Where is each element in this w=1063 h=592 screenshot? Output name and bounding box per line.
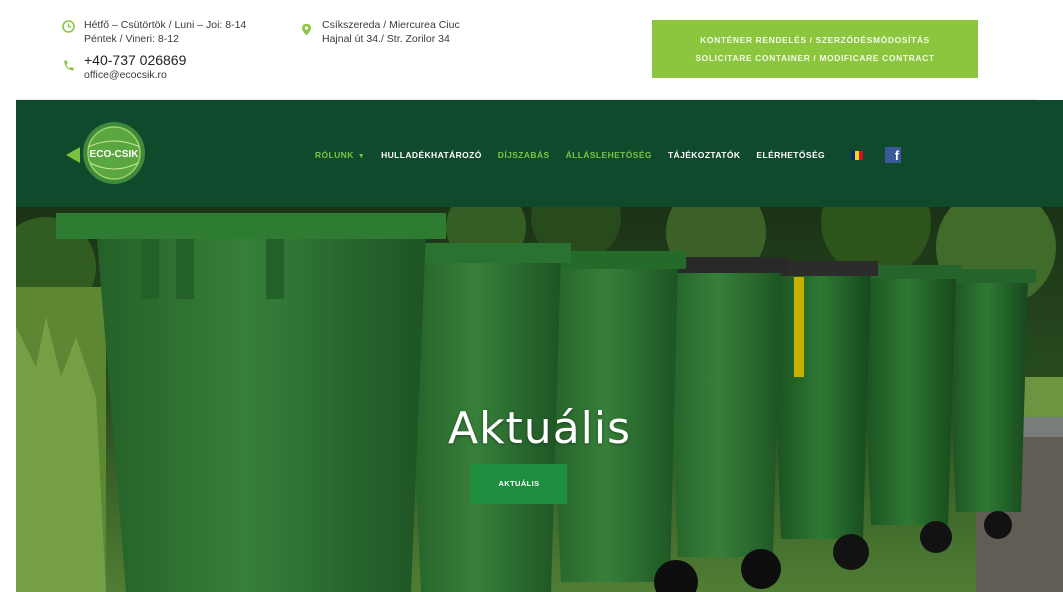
nav-menu: RÓLUNK ▼ HULLADÉKHATÁROZÓ DÍJSZABÁS ÁLLÁS… [315, 147, 902, 163]
romania-flag-icon[interactable] [851, 150, 864, 160]
cta-line-romanian: SOLICITARE CONTAINER / MODIFICARE CONTRA… [695, 53, 935, 63]
hero-title: Aktuális [447, 403, 632, 454]
nav-item-allaslehetoseg[interactable]: ÁLLÁSLEHETŐSÉG [566, 150, 652, 160]
hero-background-image [16, 207, 1063, 592]
nav-item-rolunk[interactable]: RÓLUNK ▼ [315, 150, 365, 160]
eco-csik-logo[interactable]: ECO-CSIK [66, 117, 152, 189]
hours-weekdays: Hétfő – Csütörtök / Luni – Joi: 8-14 [84, 19, 247, 31]
hero-aktualis-button[interactable]: AKTUÁLIS [471, 464, 567, 504]
nav-item-elerhetoseg[interactable]: ELÉRHETŐSÉG [756, 150, 825, 160]
container-order-button[interactable]: KONTÉNER RENDELÉS / SZERZŐDÉSMÓDOSÍTÁS S… [652, 20, 978, 78]
address-street: Hajnal út 34./ Str. Zorilor 34 [322, 33, 450, 45]
nav-item-dijszabas[interactable]: DÍJSZABÁS [498, 150, 550, 160]
clock-icon [62, 20, 75, 33]
logo-text: ECO-CSIK [90, 149, 140, 160]
address-city: Csíkszereda / Miercurea Ciuc [322, 19, 460, 31]
email-address[interactable]: office@ecocsik.ro [84, 68, 186, 82]
phone-number[interactable]: +40-737 026869 [84, 52, 186, 68]
nav-item-hulladekhatarozo[interactable]: HULLADÉKHATÁROZÓ [381, 150, 482, 160]
location-pin-icon [302, 23, 311, 36]
main-navigation: ECO-CSIK RÓLUNK ▼ HULLADÉKHATÁROZÓ DÍJSZA… [16, 100, 1063, 207]
nav-item-rolunk-label: RÓLUNK [315, 150, 354, 160]
phone-icon [64, 60, 74, 71]
hero-banner: Aktuális AKTUÁLIS [16, 207, 1063, 592]
chevron-down-icon: ▼ [357, 153, 366, 160]
nav-item-tajekoztatok[interactable]: TÁJÉKOZTATÓK [668, 150, 740, 160]
cta-line-hungarian: KONTÉNER RENDELÉS / SZERZŐDÉSMÓDOSÍTÁS [700, 35, 930, 45]
facebook-icon[interactable]: f [885, 147, 902, 163]
hours-friday: Péntek / Vineri: 8-12 [84, 33, 179, 45]
top-info-bar: Hétfő – Csütörtök / Luni – Joi: 8-14 Pén… [16, 14, 1038, 100]
